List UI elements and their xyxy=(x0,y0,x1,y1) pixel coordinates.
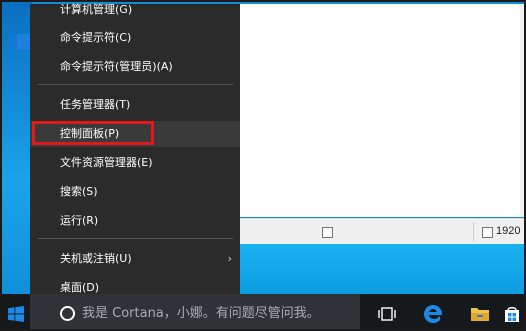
desktop-icon[interactable] xyxy=(17,34,31,50)
menu-item-label: 命令提示符(C) xyxy=(60,31,132,44)
desktop-screen: 1920 计算机管理(G) 命令提示符(C) 命令提示符(管理员)(A) 任务管… xyxy=(0,0,526,331)
app-scrollbar[interactable] xyxy=(520,4,524,217)
store-button[interactable] xyxy=(496,294,524,329)
menu-item-label: 搜索(S) xyxy=(60,185,98,198)
menu-item-label: 计算机管理(G) xyxy=(60,3,133,16)
windows-logo-icon xyxy=(8,305,24,322)
menu-item-run[interactable]: 运行(R) xyxy=(30,208,240,234)
search-placeholder-text: 我是 Cortana，小娜。有问题尽管问我。 xyxy=(82,306,320,321)
file-explorer-icon xyxy=(471,307,489,321)
control-panel-highlight-box xyxy=(32,121,154,145)
menu-item-label: 命令提示符(管理员)(A) xyxy=(60,60,173,73)
winx-context-menu: 计算机管理(G) 命令提示符(C) 命令提示符(管理员)(A) 任务管理器(T)… xyxy=(30,3,240,304)
status-divider xyxy=(473,222,474,242)
task-view-button[interactable] xyxy=(367,294,407,329)
cortana-icon xyxy=(60,306,75,321)
menu-item-file-explorer[interactable]: 文件资源管理器(E) xyxy=(30,150,240,176)
store-icon xyxy=(505,306,519,322)
task-view-icon xyxy=(378,306,396,321)
menu-item-label: 任务管理器(T) xyxy=(60,98,131,111)
menu-item-search[interactable]: 搜索(S) xyxy=(30,179,240,205)
menu-separator xyxy=(38,238,233,239)
taskbar: 我是 Cortana，小娜。有问题尽管问我。 xyxy=(2,294,524,329)
menu-separator xyxy=(38,84,233,85)
status-resolution-text: 1920 xyxy=(496,225,521,237)
menu-item-command-prompt-admin[interactable]: 命令提示符(管理员)(A) xyxy=(30,54,240,80)
menu-item-label: 文件资源管理器(E) xyxy=(60,156,153,169)
menu-item-label: 桌面(D) xyxy=(60,281,100,294)
submenu-arrow-icon: › xyxy=(227,252,232,265)
edge-icon xyxy=(424,304,443,323)
menu-item-task-manager[interactable]: 任务管理器(T) xyxy=(30,92,240,118)
cortana-search-box[interactable]: 我是 Cortana，小娜。有问题尽管问我。 xyxy=(30,294,360,329)
status-checkbox-icon[interactable] xyxy=(322,227,333,238)
menu-item-shutdown-signout[interactable]: 关机或注销(U) › xyxy=(30,246,240,272)
menu-item-label: 关机或注销(U) xyxy=(60,252,132,265)
menu-item-label: 运行(R) xyxy=(60,214,99,227)
menu-item-command-prompt[interactable]: 命令提示符(C) xyxy=(30,25,240,51)
app-status-bar: 1920 xyxy=(238,218,524,245)
start-button[interactable] xyxy=(2,294,30,329)
file-explorer-button[interactable] xyxy=(460,294,500,329)
status-checkbox-icon[interactable] xyxy=(482,227,493,238)
edge-browser-button[interactable] xyxy=(413,294,453,329)
desktop-background-band xyxy=(238,244,524,294)
menu-item-computer-management[interactable]: 计算机管理(G) xyxy=(30,2,240,23)
background-app-window[interactable] xyxy=(238,4,524,217)
